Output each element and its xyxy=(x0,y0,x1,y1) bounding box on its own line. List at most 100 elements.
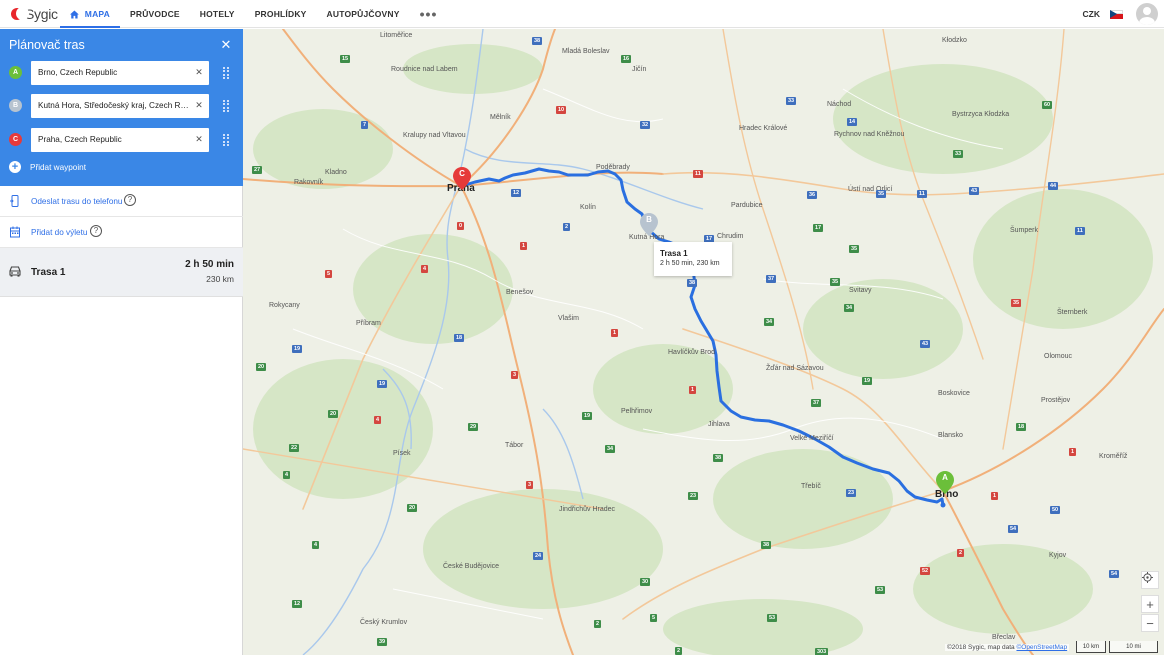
czech-flag-icon[interactable] xyxy=(1110,9,1123,19)
send-to-phone-row[interactable]: Odeslat trasu do telefonu ? xyxy=(0,186,243,217)
city-label: Pardubice xyxy=(731,202,763,209)
road-shield: 17 xyxy=(813,224,824,232)
city-label: Chrudim xyxy=(717,233,744,240)
zoom-out-button[interactable]: − xyxy=(1141,614,1159,632)
zoom-in-button[interactable]: + xyxy=(1141,595,1159,613)
road-shield: 52 xyxy=(920,567,931,575)
currency-selector[interactable]: CZK xyxy=(1083,9,1100,19)
nav-item-hotely[interactable]: HOTELY xyxy=(190,0,245,28)
road-shield: 0 xyxy=(457,222,465,230)
route-tooltip[interactable]: Trasa 1 2 h 50 min, 230 km xyxy=(654,242,732,276)
city-label: Břeclav xyxy=(992,634,1016,641)
road-shield: 43 xyxy=(969,187,980,195)
clear-icon[interactable]: ✕ xyxy=(194,134,204,144)
road-shield: 54 xyxy=(1008,525,1019,533)
road-shield: 22 xyxy=(289,444,300,452)
road-shield: 2 xyxy=(594,620,602,628)
car-icon xyxy=(9,266,21,277)
route-option[interactable]: Trasa 1 2 h 50 min 230 km xyxy=(0,248,243,297)
minus-icon: − xyxy=(1146,615,1154,631)
city-label: Svitavy xyxy=(849,287,872,294)
clear-icon[interactable]: ✕ xyxy=(194,67,204,77)
drag-handle-icon[interactable] xyxy=(223,100,229,112)
waypoint-input-a[interactable]: Brno, Czech Republic ✕ xyxy=(31,61,209,85)
help-icon[interactable]: ? xyxy=(124,194,136,206)
nav-item-mapa[interactable]: MAPA xyxy=(60,0,120,28)
map-canvas xyxy=(243,29,1164,655)
road-shield: 35 xyxy=(1011,299,1022,307)
nav-item-autopujcovny[interactable]: AUTOPŮJČOVNY xyxy=(317,0,410,28)
map-attribution: ©2018 Sygic, map data ©OpenStreetMap xyxy=(945,644,1070,651)
sygic-logo[interactable]: Sygic xyxy=(11,5,58,23)
road-shield: 15 xyxy=(340,55,351,63)
waypoint-pin-a[interactable]: A xyxy=(936,471,954,494)
waypoint-row-b: B Kutná Hora, Středočeský kraj, Czech Re… xyxy=(0,94,243,118)
map-view[interactable]: Litoměřice Roudnice nad Labem Kralupy na… xyxy=(243,29,1164,655)
road-shield: 5 xyxy=(650,614,658,622)
waypoint-value: Brno, Czech Republic xyxy=(38,68,118,77)
city-label: Benešov xyxy=(506,289,534,296)
locate-icon xyxy=(1142,572,1153,583)
waypoint-pin-c[interactable]: C xyxy=(453,167,471,190)
user-avatar[interactable] xyxy=(1136,3,1158,25)
add-to-trip-row[interactable]: Přidat do výletu ? xyxy=(0,217,243,248)
top-right-controls: CZK xyxy=(1083,0,1158,28)
road-shield: 34 xyxy=(764,318,775,326)
road-shield: 30 xyxy=(640,578,651,586)
road-shield: 10 xyxy=(556,106,567,114)
city-label: Kralupy nad Vltavou xyxy=(403,132,466,139)
locate-me-button[interactable] xyxy=(1141,571,1159,589)
city-label: Mladá Boleslav xyxy=(562,48,610,55)
road-shield: 38 xyxy=(532,37,543,45)
city-label: Šumperk xyxy=(1010,227,1039,234)
drag-handle-icon[interactable] xyxy=(223,67,229,79)
more-dots-icon: ••• xyxy=(419,6,438,22)
road-shield: 34 xyxy=(605,445,616,453)
nav-item-label: AUTOPŮJČOVNY xyxy=(326,9,400,19)
city-label: Boskovice xyxy=(938,390,970,397)
add-waypoint-button[interactable]: + Přidat waypoint xyxy=(9,161,86,173)
nav-item-pruvodce[interactable]: PRŮVODCE xyxy=(120,0,190,28)
road-shield: 12 xyxy=(511,189,522,197)
sygic-logo-icon xyxy=(11,7,29,21)
main-nav: MAPA PRŮVODCE HOTELY PROHLÍDKY AUTOPŮJČO… xyxy=(60,0,447,28)
drag-handle-icon[interactable] xyxy=(223,134,229,146)
city-label: Tábor xyxy=(505,442,524,449)
city-label: Rakovník xyxy=(294,179,324,186)
waypoint-row-a: A Brno, Czech Republic ✕ xyxy=(0,61,243,85)
city-label: Příbram xyxy=(356,320,381,327)
road-shield: 27 xyxy=(252,166,263,174)
waypoint-input-b[interactable]: Kutná Hora, Středočeský kraj, Czech Repu… xyxy=(31,94,209,118)
road-shield: 38 xyxy=(687,279,698,287)
road-shield: 50 xyxy=(1050,506,1061,514)
waypoint-marker-b: B xyxy=(9,99,22,112)
route-duration: 2 h 50 min xyxy=(185,259,234,270)
more-menu-button[interactable]: ••• xyxy=(410,0,448,28)
road-shield: 16 xyxy=(621,55,632,63)
road-shield: 11 xyxy=(1075,227,1085,235)
city-label: Žďár nad Sázavou xyxy=(766,365,824,372)
road-shield: 7 xyxy=(361,121,369,129)
road-shield: 11 xyxy=(917,190,927,198)
close-icon[interactable]: ✕ xyxy=(220,38,232,51)
city-label: Kladno xyxy=(325,169,347,176)
scale-bar-mi: 10 mi xyxy=(1109,641,1158,653)
city-label: Jindřichův Hradec xyxy=(559,506,616,513)
city-label: Pelhřimov xyxy=(621,408,653,415)
city-label: Prostějov xyxy=(1041,397,1071,404)
city-label: Kyjov xyxy=(1049,552,1067,559)
brand-name: Sygic xyxy=(25,6,58,22)
road-shield: 54 xyxy=(1109,570,1120,578)
nav-item-label: PRŮVODCE xyxy=(130,9,180,19)
city-label: České Budějovice xyxy=(443,563,500,570)
help-icon[interactable]: ? xyxy=(90,225,102,237)
openstreetmap-link[interactable]: ©OpenStreetMap xyxy=(1016,644,1067,651)
waypoint-input-c[interactable]: Praha, Czech Republic ✕ xyxy=(31,128,209,152)
home-icon xyxy=(70,10,79,18)
clear-icon[interactable]: ✕ xyxy=(194,100,204,110)
nav-item-prohlidky[interactable]: PROHLÍDKY xyxy=(245,0,317,28)
road-shield: 19 xyxy=(377,380,388,388)
road-shield: 34 xyxy=(844,304,855,312)
waypoint-pin-b[interactable]: B xyxy=(640,213,658,236)
road-shield: 43 xyxy=(920,340,931,348)
